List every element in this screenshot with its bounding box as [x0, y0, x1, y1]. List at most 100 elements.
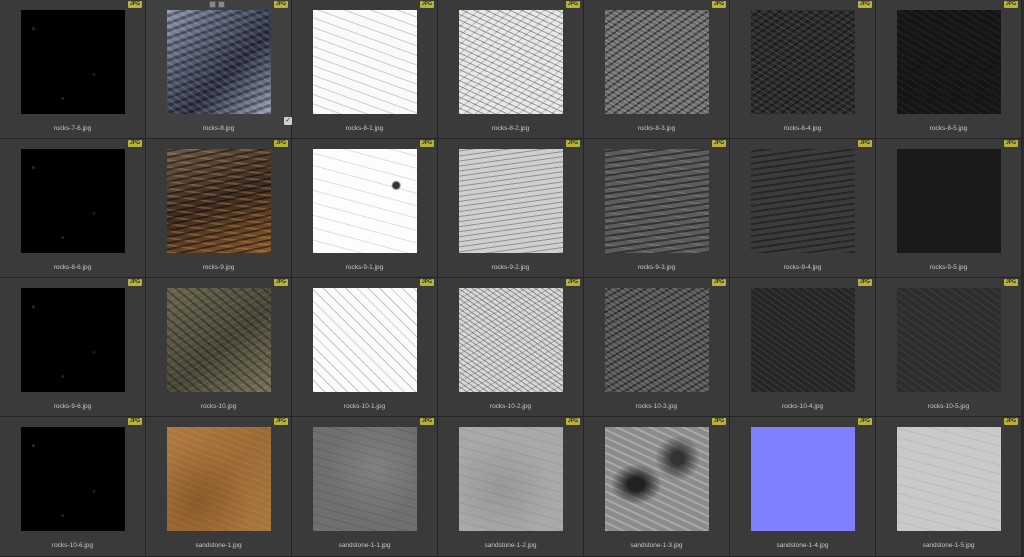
file-type-badge: JPG [565, 140, 580, 147]
thumbnail-image[interactable] [605, 10, 709, 114]
file-type-badge: JPG [127, 140, 142, 147]
thumbnail-image[interactable] [897, 10, 1001, 114]
file-type-badge: JPG [419, 418, 434, 425]
thumbnail-image[interactable] [459, 288, 563, 392]
file-type-badge: JPG [127, 1, 142, 8]
thumbnail-cell[interactable]: JPG rocks-9-3.jpg [584, 139, 730, 278]
file-name-label: sandstone-1-3.jpg [630, 542, 683, 549]
edit-icon[interactable] [218, 1, 225, 8]
thumbnail-image[interactable] [605, 149, 709, 253]
file-type-badge: JPG [1003, 140, 1018, 147]
file-type-badge: JPG [711, 140, 726, 147]
file-type-badge: JPG [419, 279, 434, 286]
file-type-badge: JPG [273, 279, 288, 286]
file-name-label: rocks-9-1.jpg [345, 264, 384, 271]
thumbnail-cell[interactable]: JPG rocks-9.jpg [146, 139, 292, 278]
thumbnail-image[interactable] [459, 149, 563, 253]
file-type-badge: JPG [857, 1, 872, 8]
thumbnail-cell[interactable]: JPG rocks-10.jpg [146, 278, 292, 417]
thumbnail-cell[interactable]: JPG rocks-9-2.jpg [438, 139, 584, 278]
thumbnail-image[interactable] [313, 149, 417, 253]
thumbnail-image[interactable] [897, 288, 1001, 392]
thumbnail-image[interactable] [459, 10, 563, 114]
thumbnail-cell[interactable]: JPG rocks-8.jpg ✓ [146, 0, 292, 139]
thumbnail-image[interactable] [313, 427, 417, 531]
file-name-label: rocks-8-1.jpg [345, 125, 384, 132]
hover-toolbar [209, 1, 225, 8]
thumbnail-cell[interactable]: JPG rocks-9-5.jpg [876, 139, 1022, 278]
thumbnail-image[interactable] [897, 149, 1001, 253]
thumbnail-image[interactable] [751, 427, 855, 531]
file-name-label: rocks-8-3.jpg [637, 125, 676, 132]
thumbnail-image[interactable] [605, 288, 709, 392]
file-type-badge: JPG [565, 418, 580, 425]
thumbnail-cell[interactable]: JPG sandstone-1.jpg [146, 417, 292, 557]
thumbnail-cell[interactable]: JPG sandstone-1-4.jpg [730, 417, 876, 557]
thumbnail-cell[interactable]: JPG rocks-9-4.jpg [730, 139, 876, 278]
thumbnail-image[interactable] [459, 427, 563, 531]
thumbnail-cell[interactable]: JPG rocks-10-6.jpg [0, 417, 146, 557]
file-name-label: sandstone-1.jpg [195, 542, 242, 549]
file-name-label: rocks-8-6.jpg [53, 264, 92, 271]
thumbnail-image[interactable] [167, 10, 271, 114]
thumbnail-cell[interactable]: JPG rocks-10-4.jpg [730, 278, 876, 417]
thumbnail-cell[interactable]: JPG sandstone-1-2.jpg [438, 417, 584, 557]
file-type-badge: JPG [857, 279, 872, 286]
thumbnail-image[interactable] [751, 288, 855, 392]
file-name-label: rocks-8-2.jpg [491, 125, 530, 132]
file-type-badge: JPG [711, 279, 726, 286]
file-name-label: rocks-10-1.jpg [343, 403, 386, 410]
thumbnail-image[interactable] [313, 10, 417, 114]
file-type-badge: JPG [1003, 418, 1018, 425]
file-name-label: rocks-9.jpg [202, 264, 235, 271]
file-name-label: rocks-10-3.jpg [635, 403, 678, 410]
thumbnail-cell[interactable]: JPG rocks-8-5.jpg [876, 0, 1022, 139]
thumbnail-cell[interactable]: JPG sandstone-1-5.jpg [876, 417, 1022, 557]
file-name-label: rocks-10-2.jpg [489, 403, 532, 410]
thumbnail-image[interactable] [21, 10, 125, 114]
file-type-badge: JPG [273, 140, 288, 147]
file-type-badge: JPG [711, 1, 726, 8]
thumbnail-cell[interactable]: JPG rocks-9-1.jpg [292, 139, 438, 278]
thumbnail-cell[interactable]: JPG rocks-8-4.jpg [730, 0, 876, 139]
thumbnail-cell[interactable]: JPG sandstone-1-3.jpg [584, 417, 730, 557]
file-type-badge: JPG [565, 1, 580, 8]
thumbnail-image[interactable] [167, 149, 271, 253]
file-name-label: sandstone-1-4.jpg [776, 542, 829, 549]
file-name-label: rocks-10-4.jpg [781, 403, 824, 410]
thumbnail-cell[interactable]: JPG rocks-8-3.jpg [584, 0, 730, 139]
thumbnail-cell[interactable]: JPG rocks-8-6.jpg [0, 139, 146, 278]
file-type-badge: JPG [273, 418, 288, 425]
image-icon[interactable] [209, 1, 216, 8]
thumbnail-image[interactable] [751, 149, 855, 253]
thumbnail-image[interactable] [751, 10, 855, 114]
file-type-badge: JPG [1003, 279, 1018, 286]
thumbnail-image[interactable] [897, 427, 1001, 531]
thumbnail-cell[interactable]: JPG rocks-9-6.jpg [0, 278, 146, 417]
file-type-badge: JPG [419, 140, 434, 147]
file-name-label: rocks-9-5.jpg [929, 264, 968, 271]
thumbnail-image[interactable] [21, 427, 125, 531]
thumbnail-cell[interactable]: JPG rocks-10-5.jpg [876, 278, 1022, 417]
thumbnail-cell[interactable]: JPG rocks-10-3.jpg [584, 278, 730, 417]
thumbnail-cell[interactable]: JPG rocks-8-1.jpg [292, 0, 438, 139]
checkbox-icon[interactable]: ✓ [284, 117, 292, 125]
thumbnail-cell[interactable]: JPG rocks-8-2.jpg [438, 0, 584, 139]
thumbnail-cell[interactable]: JPG rocks-10-2.jpg [438, 278, 584, 417]
thumbnail-cell[interactable]: JPG sandstone-1-1.jpg [292, 417, 438, 557]
thumbnail-image[interactable] [605, 427, 709, 531]
thumbnail-image[interactable] [313, 288, 417, 392]
thumbnail-cell[interactable]: JPG rocks-7-6.jpg [0, 0, 146, 139]
file-name-label: rocks-10.jpg [200, 403, 237, 410]
file-name-label: rocks-10-6.jpg [51, 542, 94, 549]
file-name-label: sandstone-1-5.jpg [922, 542, 975, 549]
thumbnail-image[interactable] [21, 149, 125, 253]
thumbnail-image[interactable] [167, 427, 271, 531]
file-type-badge: JPG [273, 1, 288, 8]
file-type-badge: JPG [127, 418, 142, 425]
file-name-label: rocks-8-5.jpg [929, 125, 968, 132]
thumbnail-cell[interactable]: JPG rocks-10-1.jpg [292, 278, 438, 417]
thumbnail-image[interactable] [167, 288, 271, 392]
file-name-label: sandstone-1-2.jpg [484, 542, 537, 549]
thumbnail-image[interactable] [21, 288, 125, 392]
